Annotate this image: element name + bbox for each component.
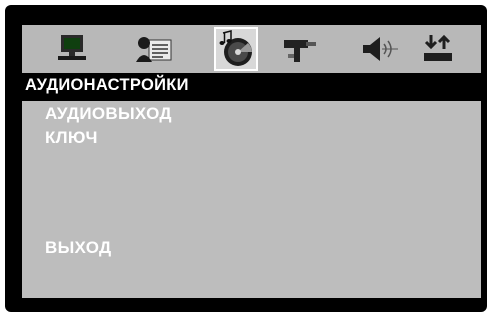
menu-item-audio-out[interactable]: АУДИОВЫХОД [45,104,172,124]
monitor-icon [58,35,86,60]
tab-audio[interactable] [214,27,258,71]
input-output-icon [424,34,452,61]
osd-window: АУДИОНАСТРОЙКИ АУДИОВЫХОД КЛЮЧ ВЫХОД [5,5,487,312]
page-title: АУДИОНАСТРОЙКИ [25,76,189,94]
tab-video[interactable] [50,27,94,71]
tab-speaker[interactable] [358,27,402,71]
tab-input-output[interactable] [416,27,460,71]
tab-system[interactable] [278,27,322,71]
menu-item-exit[interactable]: ВЫХОД [45,238,111,258]
settings-tab-bar [22,25,481,73]
tools-icon [284,40,316,62]
audio-disc-icon [219,30,252,66]
audio-settings-panel: АУДИОВЫХОД КЛЮЧ ВЫХОД [22,101,481,298]
language-icon [136,37,172,62]
speaker-icon [363,37,398,61]
menu-item-key[interactable]: КЛЮЧ [45,128,98,148]
tab-language[interactable] [132,27,176,71]
